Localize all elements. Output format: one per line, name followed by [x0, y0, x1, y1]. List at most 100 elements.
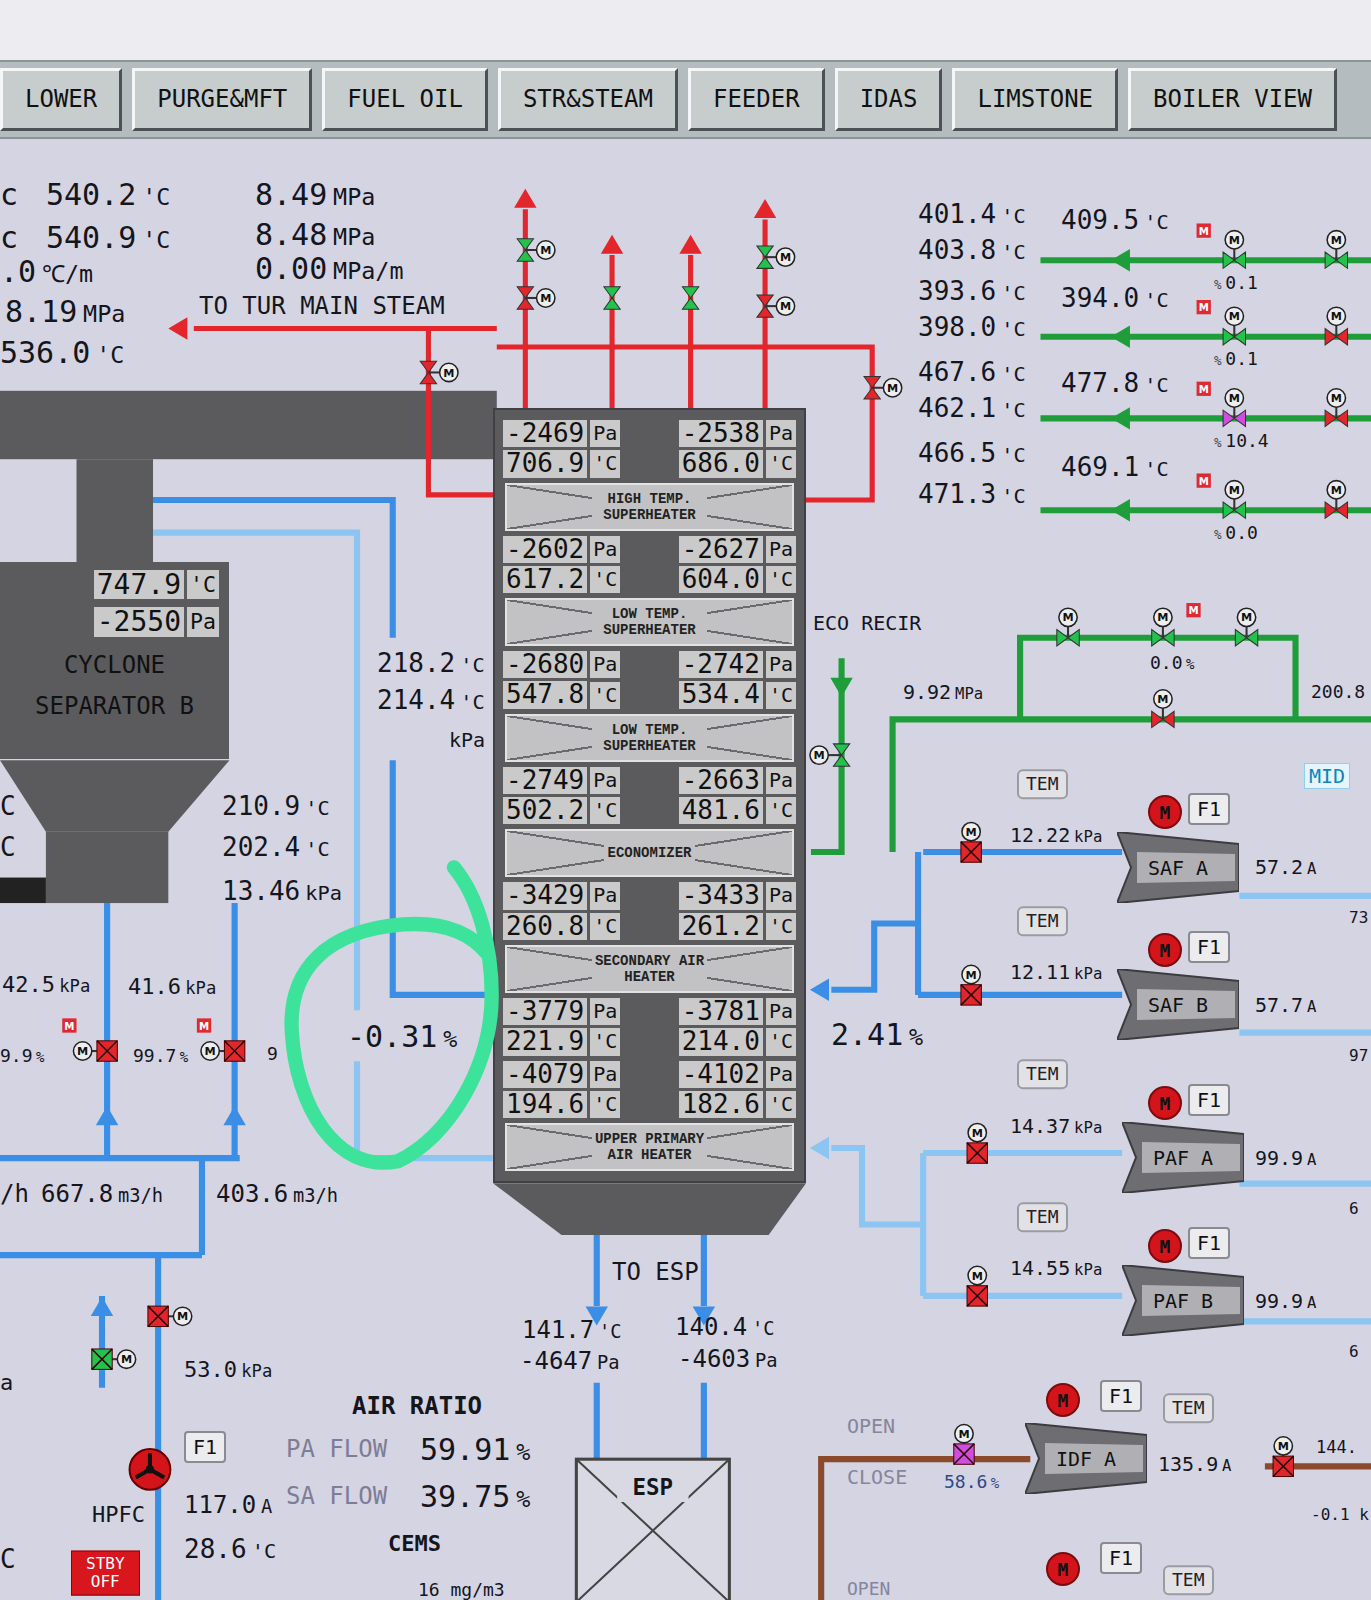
spray-valve-position: %0.1 [1214, 349, 1258, 369]
alarm-badge-icon: M [197, 1018, 211, 1032]
screen-tab[interactable]: FUEL OIL [322, 68, 488, 131]
f1-button[interactable]: F1 [1100, 1380, 1142, 1412]
valve-icon[interactable]: M [1235, 608, 1257, 646]
damper-icon[interactable]: M [1273, 1437, 1293, 1477]
tem-button[interactable]: TEM [1163, 1393, 1214, 1423]
hpfc-fan-icon[interactable] [130, 1449, 171, 1490]
valve-icon[interactable]: M [1325, 481, 1347, 519]
f1-button[interactable]: F1 [1188, 1084, 1230, 1116]
valve-icon[interactable] [604, 287, 620, 309]
main-steam-reading: 8.48MPa [255, 218, 375, 251]
valve-icon[interactable]: M [1325, 307, 1347, 345]
fan[interactable]: SAF B [1117, 969, 1239, 1040]
spray-valve-position: %0.0 [1214, 523, 1258, 543]
cyclone-temp: 747.9'C [94, 570, 219, 599]
damper-icon[interactable]: M [201, 1041, 245, 1061]
valve-icon[interactable]: M [757, 246, 795, 268]
damper-icon[interactable]: M [954, 1424, 974, 1464]
screen-tab[interactable]: STR&STEAM [498, 68, 678, 131]
f1-button[interactable]: F1 [1100, 1542, 1142, 1574]
valve-icon[interactable]: M [1152, 608, 1174, 646]
screen-tab[interactable]: PURGE&MFT [132, 68, 312, 131]
tem-button[interactable]: TEM [1017, 769, 1068, 799]
motor-status[interactable]: M [1148, 1229, 1182, 1263]
screen-tab[interactable]: BOILER VIEW [1128, 68, 1337, 131]
screen-tab[interactable]: LOWER [0, 68, 122, 131]
flow-arrow-icon [1111, 499, 1130, 521]
svg-text:M: M [1331, 392, 1342, 405]
valve-icon[interactable]: M [1223, 389, 1245, 427]
damper-icon[interactable]: M [961, 822, 981, 862]
svg-text:M: M [1331, 484, 1342, 497]
f1-button[interactable]: F1 [1188, 1227, 1230, 1259]
alarm-badge-icon: M [62, 1018, 76, 1032]
spray-outlet-temp: 409.5'C [1061, 206, 1169, 235]
heat-exchanger-section: SECONDARY AIR HEATER [505, 945, 794, 993]
valve-icon[interactable]: M [1223, 481, 1245, 519]
valve-icon[interactable]: M [517, 287, 555, 309]
tem-button[interactable]: TEM [1163, 1565, 1214, 1595]
damper-icon[interactable]: M [967, 1266, 987, 1306]
svg-text:M: M [958, 1428, 969, 1441]
tower-reading: -3433Pa [679, 882, 796, 909]
feedwater-pressure: 9.92MPa [903, 681, 983, 703]
eco-valve-position: 0.0% [1150, 653, 1194, 673]
valve-icon[interactable]: M [1152, 690, 1174, 728]
fan[interactable]: PAF A [1122, 1122, 1244, 1193]
svg-text:M: M [972, 1270, 983, 1283]
tem-button[interactable]: TEM [1017, 1059, 1068, 1089]
motor-status[interactable]: M [1046, 1552, 1080, 1586]
motor-status[interactable]: M [1148, 933, 1182, 967]
valve-icon[interactable]: M [864, 377, 902, 399]
damper-icon[interactable]: M [967, 1123, 987, 1163]
motor-status[interactable]: M [1148, 795, 1182, 829]
mode-indicator[interactable]: MID [1304, 763, 1350, 789]
motor-status[interactable]: M [1046, 1383, 1080, 1417]
fan[interactable]: SAF A [1117, 832, 1239, 903]
tem-button[interactable]: TEM [1017, 906, 1068, 936]
reading: 42.5kPa [2, 973, 90, 997]
standby-status[interactable]: STBY OFF [71, 1551, 140, 1596]
f1-button[interactable]: F1 [184, 1431, 226, 1463]
damper-icon[interactable]: M [73, 1041, 117, 1061]
valve-icon[interactable]: M [1223, 231, 1245, 269]
main-steam-reading: 0.00MPa/m [255, 252, 404, 285]
alarm-badge-icon: M [1197, 223, 1211, 237]
valve-icon[interactable]: M [1223, 307, 1245, 345]
valve-icon[interactable]: M [420, 361, 458, 383]
svg-text:M: M [1229, 484, 1240, 497]
motor-status[interactable]: M [1148, 1086, 1182, 1120]
screen-tab[interactable]: LIMSTONE [952, 68, 1118, 131]
valve-icon[interactable]: M [1325, 389, 1347, 427]
heat-exchanger-section: LOW TEMP. SUPERHEATER [505, 714, 794, 762]
damper-icon[interactable]: M [961, 965, 981, 1005]
edge-text: /h [0, 1181, 29, 1207]
f1-button[interactable]: F1 [1188, 931, 1230, 963]
valve-icon[interactable]: M [517, 239, 555, 261]
cems-value: 16 mg/m3 [418, 1580, 505, 1600]
flow-arrow-icon [679, 235, 701, 254]
tower-reading: 194.6'C [503, 1091, 620, 1118]
edge-reading: 6 [1349, 1343, 1359, 1361]
valve-icon[interactable] [682, 287, 698, 309]
alarm-badge-icon: M [1197, 300, 1211, 314]
to-esp-label: TO ESP [612, 1259, 699, 1285]
fan-current: 57.7A [1255, 994, 1316, 1016]
reading: 667.8m3/h [41, 1181, 163, 1207]
valve-icon[interactable]: M [1057, 608, 1079, 646]
f1-button[interactable]: F1 [1188, 793, 1230, 825]
tem-button[interactable]: TEM [1017, 1202, 1068, 1232]
damper-icon[interactable]: M [148, 1306, 192, 1326]
valve-icon[interactable]: M [1325, 231, 1347, 269]
reading: 13.46kPa [222, 877, 342, 906]
damper-icon[interactable]: M [92, 1349, 136, 1369]
valve-icon[interactable]: M [757, 295, 795, 317]
main-steam-reading: 8.49MPa [255, 178, 375, 211]
svg-text:M: M [540, 292, 551, 305]
valve-icon[interactable]: M [810, 744, 850, 766]
fan[interactable]: PAF B [1122, 1265, 1244, 1336]
screen-tab[interactable]: IDAS [835, 68, 943, 131]
air-ratio-title: AIR RATIO [352, 1393, 482, 1419]
fan[interactable]: IDF A [1025, 1423, 1147, 1494]
screen-tab[interactable]: FEEDER [688, 68, 825, 131]
